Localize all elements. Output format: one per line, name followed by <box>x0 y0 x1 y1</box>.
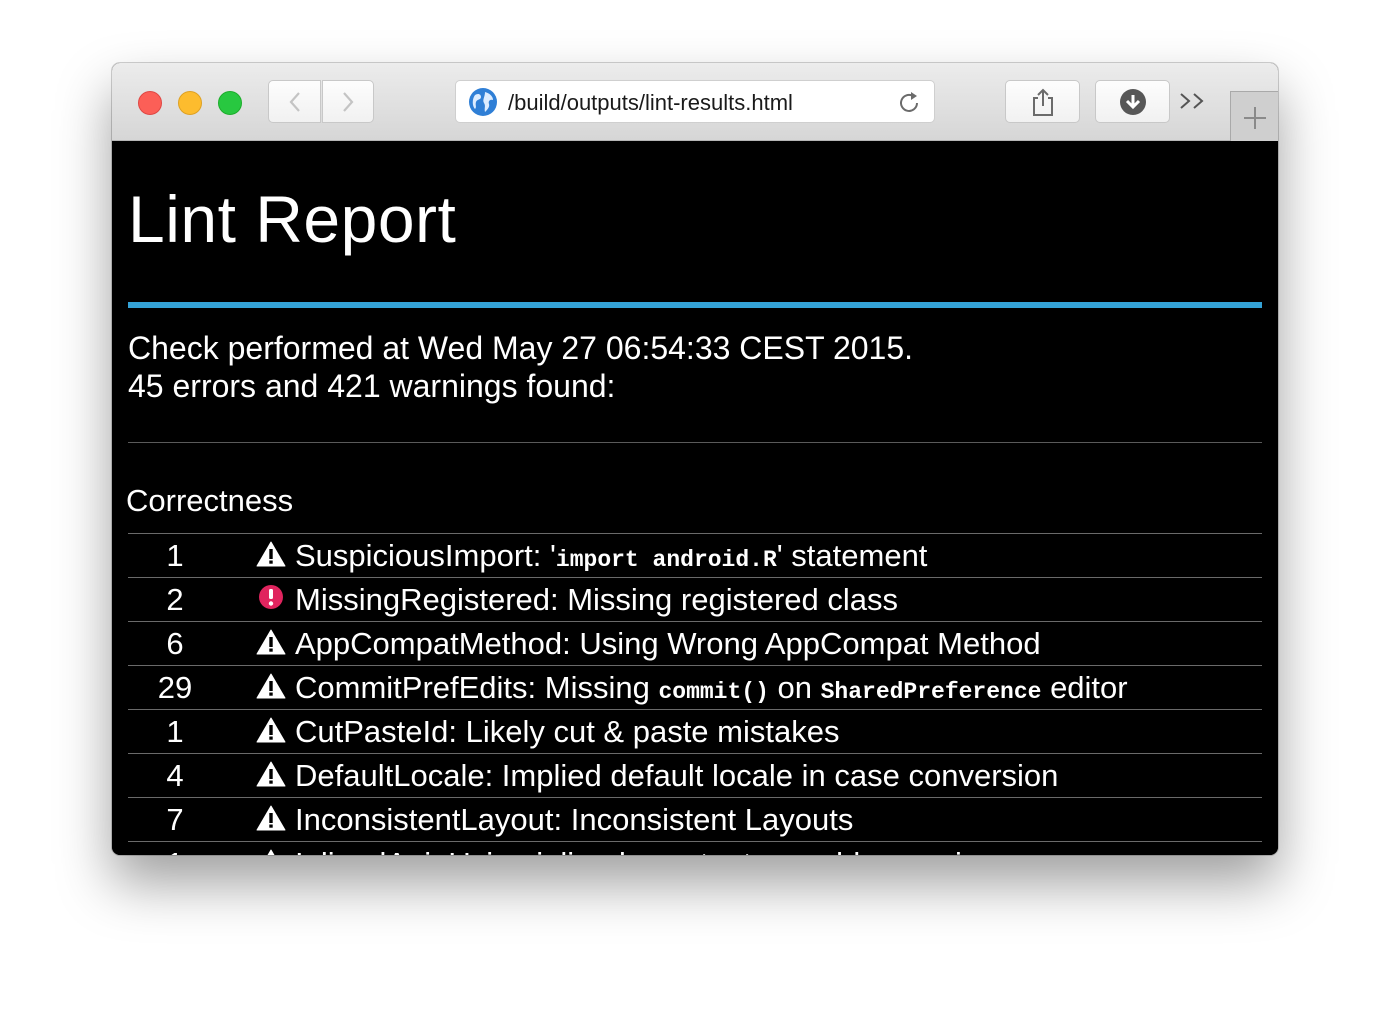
browser-toolbar: /build/outputs/lint-results.html <box>112 63 1278 141</box>
title-divider <box>128 302 1262 308</box>
issue-count: 1 <box>166 714 184 749</box>
minimize-window-button[interactable] <box>178 91 202 115</box>
issue-description[interactable]: SuspiciousImport: 'import android.R' sta… <box>295 538 927 574</box>
issue-count: 7 <box>166 802 184 837</box>
browser-window: /build/outputs/lint-results.html Lint Re… <box>112 63 1278 855</box>
issue-code-fragment: SharedPreference <box>820 679 1042 705</box>
warning-icon <box>256 629 286 655</box>
page-title: Lint Report <box>128 182 457 256</box>
plus-icon <box>1244 107 1266 129</box>
issue-count: 6 <box>166 626 184 661</box>
issue-text-fragment: ' statement <box>776 538 928 573</box>
close-window-button[interactable] <box>138 91 162 115</box>
issue-count: 1 <box>166 538 184 573</box>
issues-found-text: 45 errors and 421 warnings found: <box>128 368 616 404</box>
address-bar[interactable]: /build/outputs/lint-results.html <box>455 80 935 123</box>
issue-text-fragment: DefaultLocale: Implied default locale in… <box>295 758 1059 793</box>
issue-description[interactable]: InconsistentLayout: Inconsistent Layouts <box>295 802 853 838</box>
issue-row[interactable]: 7 InconsistentLayout: Inconsistent Layout… <box>128 797 1262 841</box>
issue-count: 2 <box>166 582 184 617</box>
issue-row[interactable]: 29 CommitPrefEdits: Missing commit() on S… <box>128 665 1262 709</box>
share-icon <box>1032 88 1053 116</box>
issue-row[interactable]: 1 SuspiciousImport: 'import android.R' st… <box>128 533 1262 577</box>
download-icon <box>1119 88 1146 115</box>
zoom-window-button[interactable] <box>218 91 242 115</box>
section-title[interactable]: Correctness <box>126 483 293 519</box>
chevron-right-icon <box>343 91 354 112</box>
issue-count: 29 <box>157 670 193 705</box>
summary-divider <box>128 442 1262 443</box>
issue-text-fragment: CommitPrefEdits: Missing <box>295 670 659 705</box>
issue-list: 1 SuspiciousImport: 'import android.R' st… <box>128 533 1262 855</box>
globe-icon <box>469 88 497 116</box>
issue-row[interactable]: 1 CutPasteId: Likely cut & paste mistakes <box>128 709 1262 753</box>
reload-icon[interactable] <box>896 90 922 116</box>
issue-text-fragment: InlinedApi: Using inlined constants on o… <box>295 846 1012 855</box>
back-button[interactable] <box>268 80 321 123</box>
issue-text-fragment: editor <box>1041 670 1128 705</box>
forward-button[interactable] <box>322 80 374 123</box>
check-performed-text: Check performed at Wed May 27 06:54:33 C… <box>128 330 914 366</box>
issue-count: 1 <box>128 846 222 855</box>
chevron-left-icon <box>289 91 300 112</box>
issue-description[interactable]: AppCompatMethod: Using Wrong AppCompat M… <box>295 626 1041 662</box>
warning-icon <box>267 849 275 855</box>
issue-description[interactable]: CutPasteId: Likely cut & paste mistakes <box>295 714 839 750</box>
issue-row[interactable]: 1 InlinedApi: Using inlined constants on … <box>128 841 1262 855</box>
new-tab-button[interactable] <box>1230 91 1278 141</box>
issue-text-fragment: on <box>768 670 821 705</box>
report-summary: Check performed at Wed May 27 06:54:33 C… <box>128 329 913 405</box>
warning-icon <box>256 673 286 699</box>
issue-code-fragment: commit() <box>658 679 769 705</box>
issue-code-fragment: import android.R <box>555 547 777 573</box>
issue-description[interactable]: MissingRegistered: Missing registered cl… <box>295 582 898 618</box>
warning-icon <box>256 805 286 831</box>
issue-text-fragment: CutPasteId: Likely cut & paste mistakes <box>295 714 840 749</box>
share-button[interactable] <box>1005 80 1080 123</box>
issue-text-fragment: SuspiciousImport: ' <box>295 538 556 573</box>
warning-icon <box>256 761 286 787</box>
issue-row[interactable]: 6 AppCompatMethod: Using Wrong AppCompat … <box>128 621 1262 665</box>
warning-icon <box>256 541 286 567</box>
page-content: Lint Report Check performed at Wed May 2… <box>112 141 1278 855</box>
issue-count: 4 <box>166 758 184 793</box>
issue-description[interactable]: CommitPrefEdits: Missing commit() on Sha… <box>295 670 1128 706</box>
error-icon <box>259 585 283 609</box>
download-button[interactable] <box>1095 80 1170 123</box>
issue-row[interactable]: 2 MissingRegistered: Missing registered c… <box>128 577 1262 621</box>
warning-icon <box>256 717 286 743</box>
issue-text-fragment: InconsistentLayout: Inconsistent Layouts <box>295 802 854 837</box>
issue-description[interactable]: InlinedApi: Using inlined constants on o… <box>295 846 1012 855</box>
issue-text-fragment: AppCompatMethod: Using Wrong AppCompat M… <box>295 626 1041 661</box>
issue-description[interactable]: DefaultLocale: Implied default locale in… <box>295 758 1058 794</box>
issue-row[interactable]: 4 DefaultLocale: Implied default locale i… <box>128 753 1262 797</box>
issue-text-fragment: MissingRegistered: Missing registered cl… <box>295 582 899 617</box>
url-text: /build/outputs/lint-results.html <box>508 90 793 115</box>
double-chevron-icon[interactable] <box>1178 89 1208 113</box>
